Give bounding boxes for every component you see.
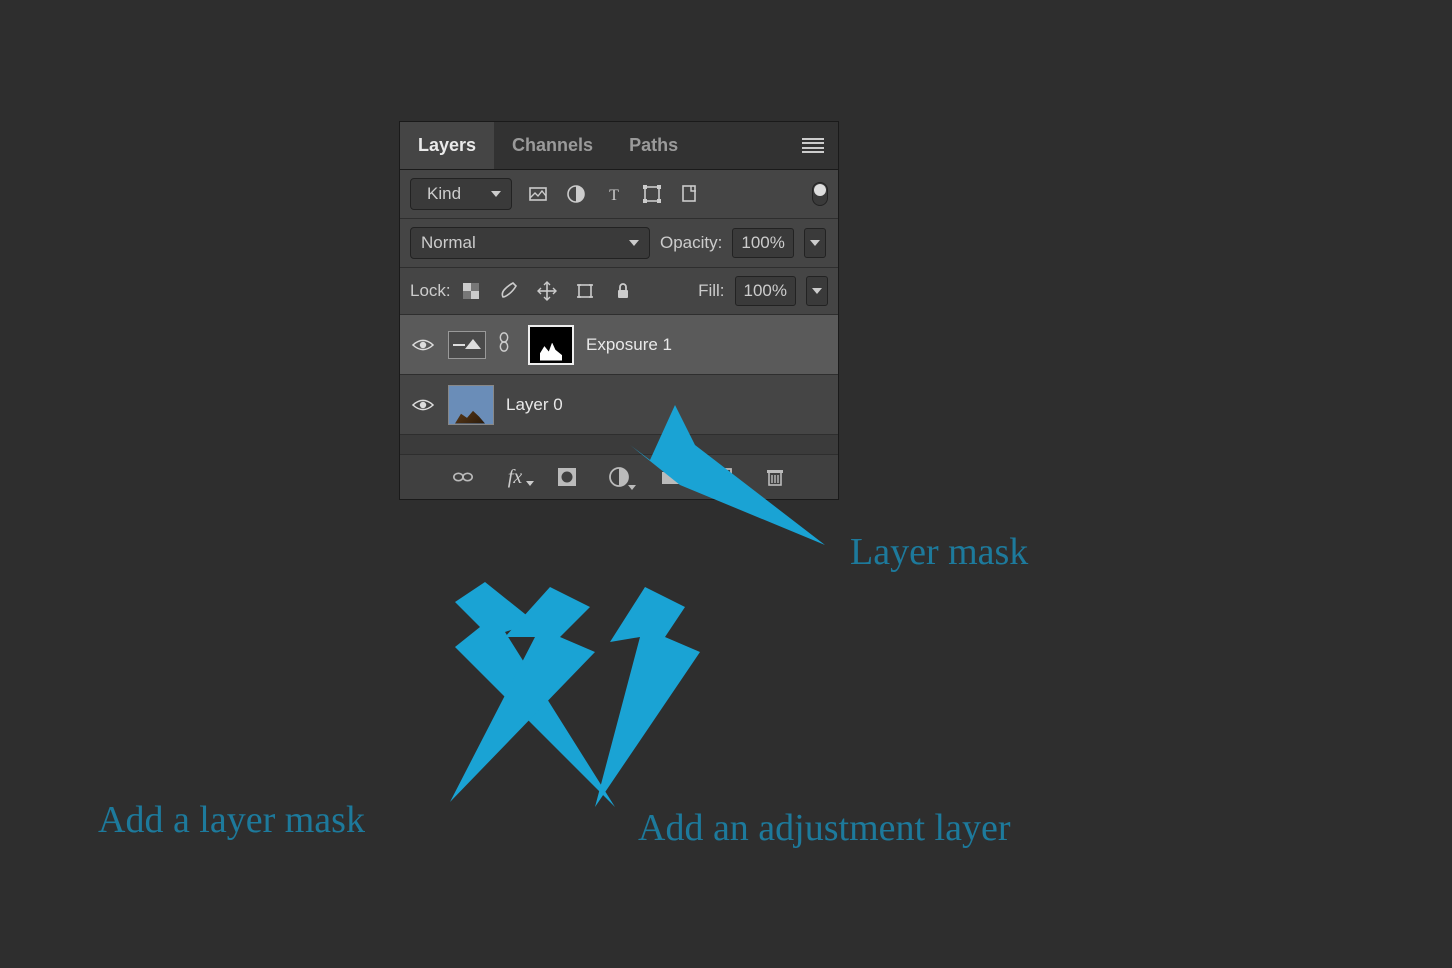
chevron-down-icon: [810, 240, 820, 246]
opacity-value[interactable]: 100%: [732, 228, 793, 258]
filter-type-icon[interactable]: T: [604, 184, 624, 204]
opacity-dropdown[interactable]: [804, 228, 826, 258]
lock-artboard-icon[interactable]: [575, 281, 595, 301]
arrow-to-add-adjustment: [585, 582, 765, 817]
panel-tabs: Layers Channels Paths: [400, 122, 838, 170]
fill-dropdown[interactable]: [806, 276, 828, 306]
layer-name[interactable]: Exposure 1: [586, 335, 672, 355]
lock-position-icon[interactable]: [537, 281, 557, 301]
panel-menu-icon[interactable]: [802, 138, 824, 154]
adjustment-exposure-icon: [448, 331, 486, 359]
lock-label: Lock:: [410, 281, 451, 301]
svg-text:T: T: [609, 187, 619, 204]
blend-mode-select[interactable]: Normal: [410, 227, 650, 259]
annotation-add-layer-mask: Add a layer mask: [98, 798, 365, 842]
chevron-down-icon: [812, 288, 822, 294]
chevron-down-icon: [629, 240, 639, 246]
filter-adjustment-icon[interactable]: [566, 184, 586, 204]
visibility-toggle[interactable]: [410, 337, 436, 353]
add-mask-icon[interactable]: [556, 466, 578, 488]
fill-value[interactable]: 100%: [735, 276, 796, 306]
filter-kind-select[interactable]: Kind: [410, 178, 512, 210]
arrow-to-layer-mask: [620, 400, 850, 570]
opacity-label: Opacity:: [660, 233, 722, 253]
chevron-down-icon: [491, 191, 501, 197]
filter-pixel-icon[interactable]: [528, 184, 548, 204]
fill-label: Fill:: [698, 281, 724, 301]
link-layers-icon[interactable]: [452, 466, 474, 488]
lock-paint-icon[interactable]: [499, 281, 519, 301]
layer-row-exposure1[interactable]: Exposure 1: [400, 315, 838, 375]
tab-channels[interactable]: Channels: [494, 122, 611, 169]
filter-shape-icon[interactable]: [642, 184, 662, 204]
blend-mode-value: Normal: [421, 233, 476, 253]
filter-row: Kind T: [400, 170, 838, 219]
lock-all-icon[interactable]: [613, 281, 633, 301]
tab-paths[interactable]: Paths: [611, 122, 696, 169]
layer-style-icon[interactable]: fx: [504, 466, 526, 488]
filter-smartobject-icon[interactable]: [680, 184, 700, 204]
annotation-add-adjustment: Add an adjustment layer: [638, 806, 1011, 850]
link-mask-icon[interactable]: [498, 331, 516, 358]
lock-transparency-icon[interactable]: [461, 281, 481, 301]
annotation-layer-mask: Layer mask: [850, 530, 1028, 574]
visibility-toggle[interactable]: [410, 397, 436, 413]
layer-thumbnail[interactable]: [448, 385, 494, 425]
filter-kind-label: Kind: [427, 184, 461, 204]
filter-toggle[interactable]: [812, 182, 828, 206]
layer-name[interactable]: Layer 0: [506, 395, 563, 415]
blend-row: Normal Opacity: 100%: [400, 219, 838, 268]
tab-layers[interactable]: Layers: [400, 122, 494, 169]
lock-row: Lock: Fill: 100%: [400, 268, 838, 315]
layer-mask-thumbnail[interactable]: [528, 325, 574, 365]
